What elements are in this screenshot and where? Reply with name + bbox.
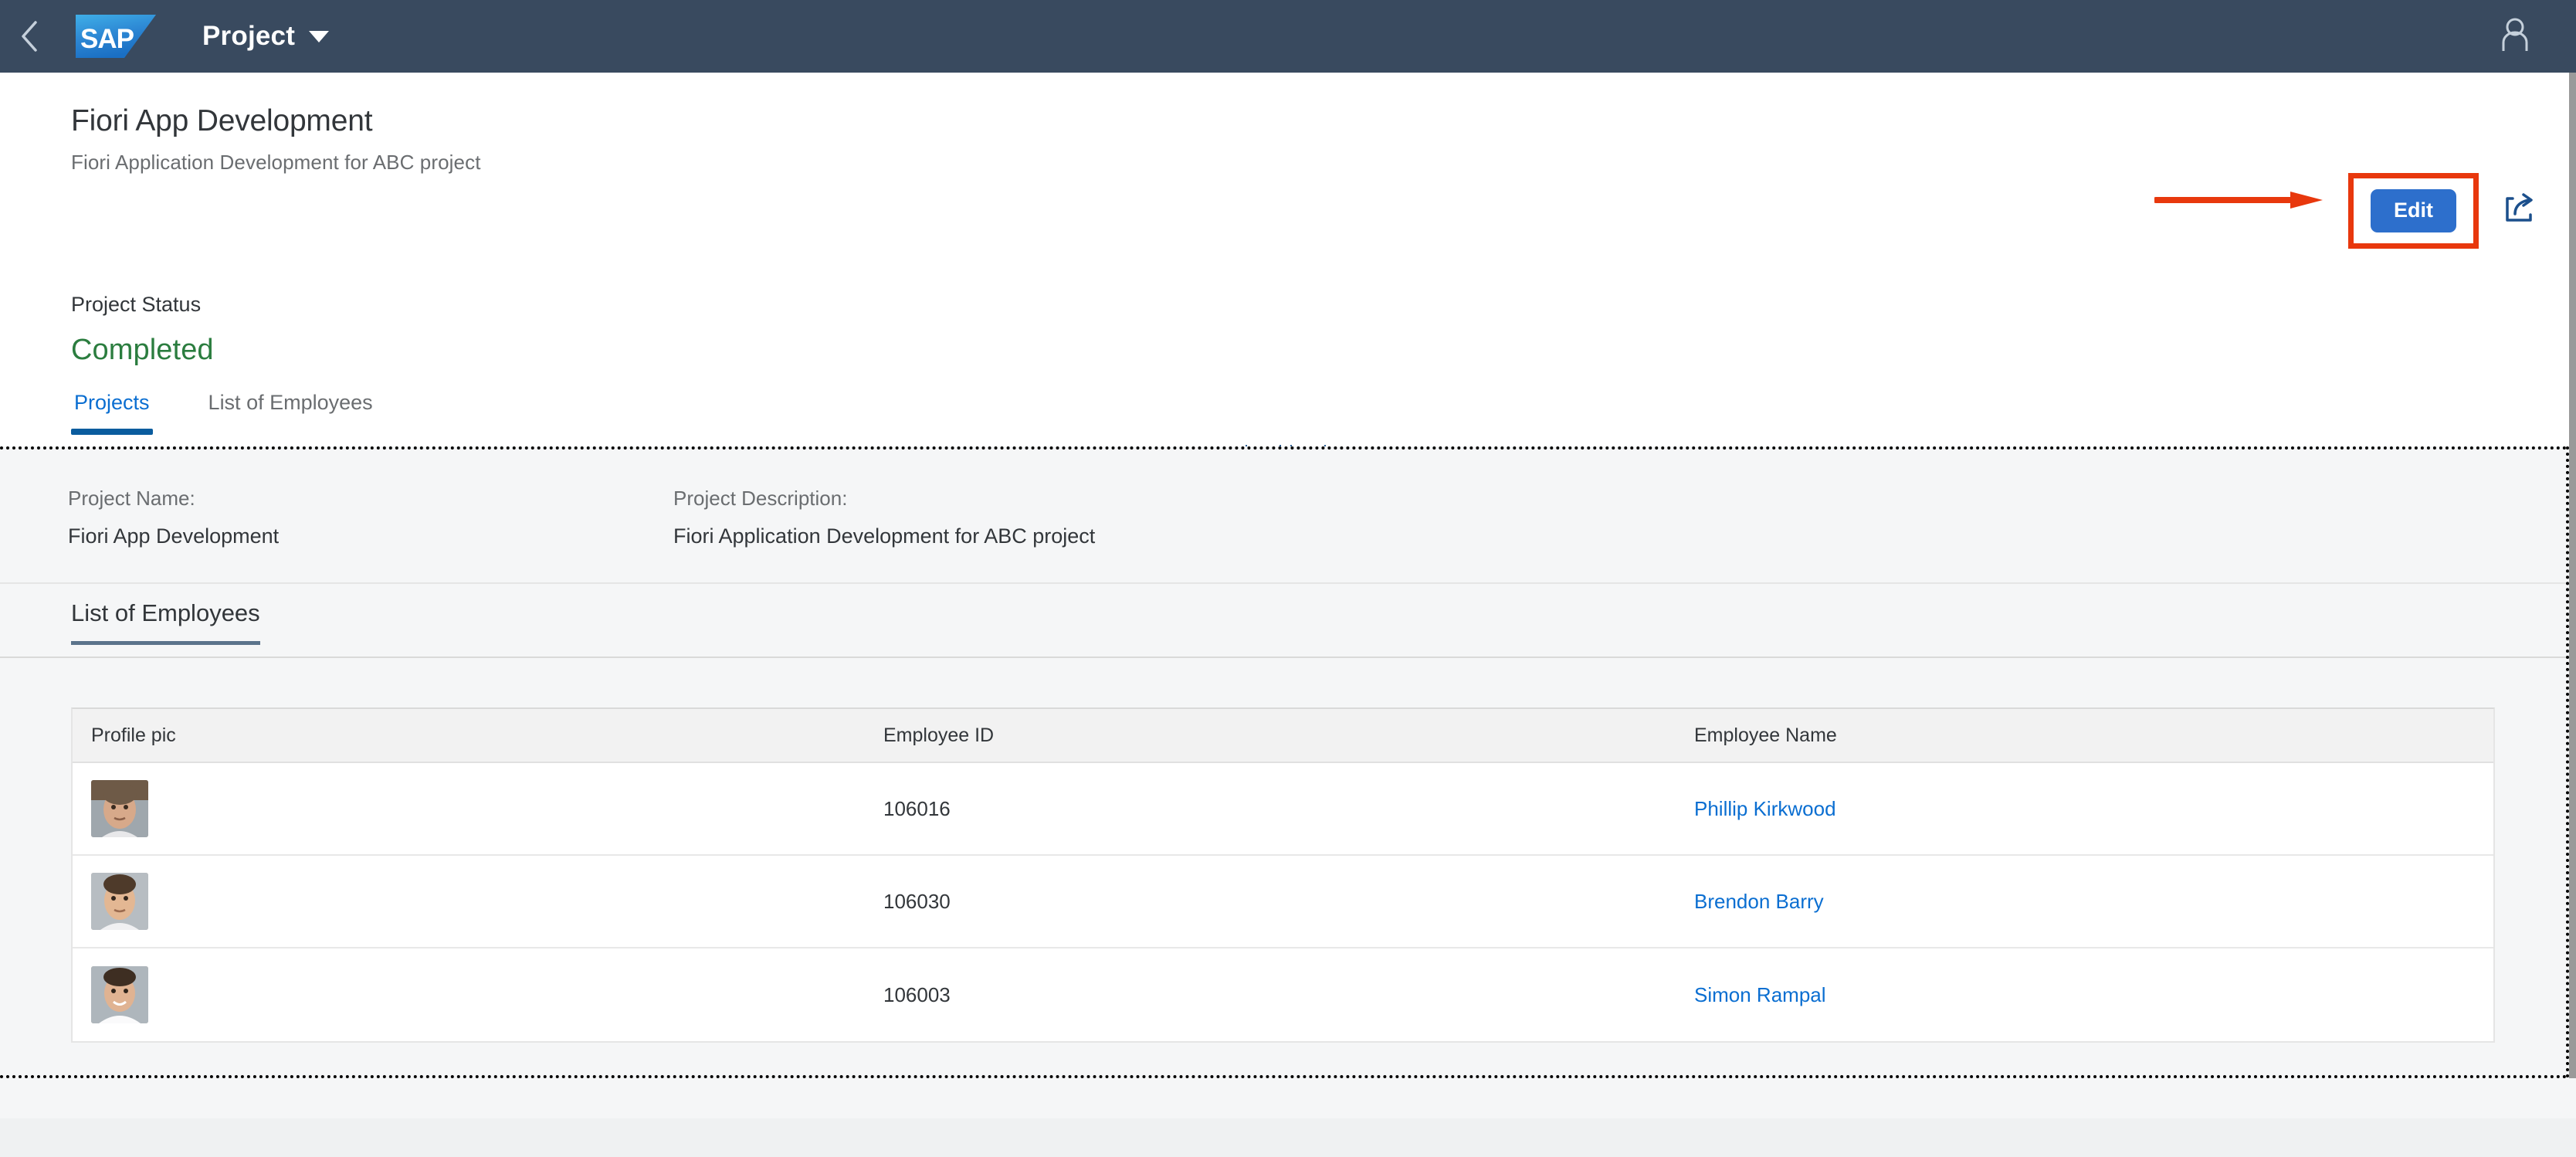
object-page-tabbar: Projects List of Employees (0, 386, 2571, 445)
page-subtitle: Fiori Application Development for ABC pr… (71, 151, 481, 175)
employees-section-title: List of Employees (71, 599, 260, 645)
arrow-right-annotation (2154, 190, 2326, 210)
sap-logo[interactable]: SAP (76, 15, 156, 58)
project-details-form: Project Name: Fiori App Development Proj… (0, 450, 2566, 584)
caret-down-icon (309, 31, 329, 42)
vertical-scrollbar[interactable] (2569, 73, 2576, 1078)
cell-profile-pic (73, 780, 883, 837)
cell-profile-pic (73, 873, 883, 930)
app-title-dropdown[interactable]: Project (202, 21, 329, 52)
avatar (91, 873, 148, 930)
app-title-label: Project (202, 21, 295, 52)
share-button[interactable] (2499, 191, 2539, 231)
cell-employee-id: 106003 (883, 983, 1694, 1007)
column-header-profile-pic: Profile pic (73, 724, 883, 747)
object-page-content: Project Name: Fiori App Development Proj… (0, 446, 2569, 1078)
cell-employee-name-link[interactable]: Brendon Barry (1694, 890, 2493, 914)
page-footer-area (0, 1078, 2576, 1157)
column-header-employee-name: Employee Name (1694, 724, 2493, 747)
user-account-button[interactable] (2482, 0, 2548, 73)
tab-projects[interactable]: Projects (71, 386, 153, 435)
field-label: Project Name: (68, 487, 279, 511)
table-row[interactable]: 106030 Brendon Barry (73, 856, 2493, 948)
edit-button-highlight: Edit (2348, 173, 2479, 249)
cell-profile-pic (73, 966, 883, 1023)
page-title: Fiori App Development (71, 105, 481, 138)
project-status-label: Project Status (71, 293, 214, 317)
tab-list-of-employees[interactable]: List of Employees (205, 386, 376, 435)
shell-header: SAP Project (0, 0, 2576, 73)
footer-strip (0, 1118, 2576, 1157)
project-status-block: Project Status Completed (71, 293, 214, 367)
field-project-description: Project Description: Fiori Application D… (673, 487, 1095, 548)
avatar (91, 780, 148, 837)
cell-employee-name-link[interactable]: Phillip Kirkwood (1694, 797, 2493, 821)
cell-employee-name-link[interactable]: Simon Rampal (1694, 983, 2493, 1007)
field-project-name: Project Name: Fiori App Development (68, 487, 279, 548)
table-row[interactable]: 106003 Simon Rampal (73, 948, 2493, 1041)
edit-button[interactable]: Edit (2371, 189, 2456, 232)
field-label: Project Description: (673, 487, 1095, 511)
object-page-actions: Edit (2348, 173, 2539, 249)
table-row[interactable]: 106016 Phillip Kirkwood (73, 763, 2493, 856)
project-status-value: Completed (71, 334, 214, 367)
object-title-block: Fiori App Development Fiori Application … (71, 105, 481, 175)
chevron-left-icon (19, 19, 39, 53)
avatar (91, 966, 148, 1023)
shell-header-left: SAP Project (0, 0, 329, 73)
column-header-employee-id: Employee ID (883, 724, 1694, 747)
sap-fiori-object-page: SAP Project Fiori App Developmen (0, 0, 2576, 1157)
employees-section-header: List of Employees (0, 584, 2566, 658)
object-page-header: Fiori App Development Fiori Application … (0, 73, 2571, 372)
person-icon (2500, 17, 2530, 56)
share-export-icon (2501, 191, 2537, 230)
shell-header-right (2482, 0, 2576, 73)
table-header-row: Profile pic Employee ID Employee Name (73, 709, 2493, 763)
field-value: Fiori Application Development for ABC pr… (673, 524, 1095, 548)
field-value: Fiori App Development (68, 524, 279, 548)
employees-table: Profile pic Employee ID Employee Name (71, 707, 2495, 1043)
cell-employee-id: 106016 (883, 797, 1694, 821)
svg-text:SAP: SAP (80, 24, 134, 54)
back-button[interactable] (0, 0, 59, 73)
cell-employee-id: 106030 (883, 890, 1694, 914)
